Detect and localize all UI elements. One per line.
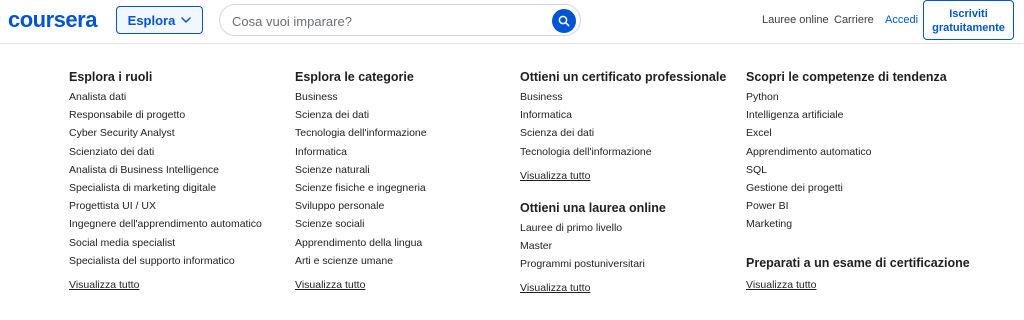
login-link[interactable]: Accedi xyxy=(885,14,918,26)
roles-view-all-link[interactable]: Visualizza tutto xyxy=(69,278,289,292)
list-item[interactable]: Power BI xyxy=(746,199,996,217)
categories-column: Esplora le categorie Business Scienza de… xyxy=(295,70,515,292)
list-item[interactable]: Analista dati xyxy=(69,90,289,108)
roles-list: Analista dati Responsabile di progetto C… xyxy=(69,90,289,272)
list-item[interactable]: Lauree di primo livello xyxy=(520,221,740,239)
list-item[interactable]: Master xyxy=(520,239,740,257)
list-item[interactable]: Tecnologia dell'informazione xyxy=(295,126,515,144)
careers-link[interactable]: Carriere xyxy=(834,14,874,26)
list-item[interactable]: Business xyxy=(520,90,740,108)
list-item[interactable]: Cyber Security Analyst xyxy=(69,126,289,144)
signup-label-line2: gratuitamente xyxy=(932,22,1005,34)
roles-column: Esplora i ruoli Analista dati Responsabi… xyxy=(69,70,289,292)
list-item[interactable]: Marketing xyxy=(746,217,996,235)
list-item[interactable]: Excel xyxy=(746,126,996,144)
skills-list: Python Intelligenza artificiale Excel Ap… xyxy=(746,90,996,236)
signup-label-line1: Iscriviti xyxy=(949,8,988,20)
coursera-logo[interactable]: coursera xyxy=(8,7,97,33)
list-item[interactable]: Progettista UI / UX xyxy=(69,199,289,217)
certificates-view-all-link[interactable]: Visualizza tutto xyxy=(520,169,740,183)
degrees-list: Lauree di primo livello Master Programmi… xyxy=(520,221,740,276)
list-item[interactable]: Analista di Business Intelligence xyxy=(69,163,289,181)
explore-dropdown-button[interactable]: Esplora xyxy=(116,6,203,34)
list-item[interactable]: Scienziato dei dati xyxy=(69,145,289,163)
degrees-section: Ottieni una laurea online Lauree di prim… xyxy=(520,201,740,296)
list-item[interactable]: Arti e scienze umane xyxy=(295,254,515,272)
list-item[interactable]: Responsabile di progetto xyxy=(69,108,289,126)
list-item[interactable]: Scienza dei dati xyxy=(295,108,515,126)
skills-column: Scopri le competenze di tendenza Python … xyxy=(746,70,996,292)
list-item[interactable]: Scienze fisiche e ingegneria xyxy=(295,181,515,199)
chevron-down-icon xyxy=(181,17,192,23)
degrees-view-all-link[interactable]: Visualizza tutto xyxy=(520,281,740,295)
certificates-column: Ottieni un certificato professionale Bus… xyxy=(520,70,740,295)
search-input[interactable] xyxy=(232,11,552,31)
list-item[interactable]: Programmi postuniversitari xyxy=(520,257,740,275)
list-item[interactable]: Intelligenza artificiale xyxy=(746,108,996,126)
certificates-list: Business Informatica Scienza dei dati Te… xyxy=(520,90,740,163)
degrees-title: Ottieni una laurea online xyxy=(520,200,666,215)
list-item[interactable]: SQL xyxy=(746,163,996,181)
list-item[interactable]: Scienze sociali xyxy=(295,217,515,235)
list-item[interactable]: Informatica xyxy=(520,108,740,126)
search-box xyxy=(219,4,581,36)
list-item[interactable]: Social media specialist xyxy=(69,236,289,254)
exam-section: Preparati a un esame di certificazione V… xyxy=(746,256,996,292)
certificates-title: Ottieni un certificato professionale xyxy=(520,70,727,84)
list-item[interactable]: Gestione dei progetti xyxy=(746,181,996,199)
search-icon xyxy=(558,15,570,27)
list-item[interactable]: Tecnologia dell'informazione xyxy=(520,145,740,163)
list-item[interactable]: Specialista di marketing digitale xyxy=(69,181,289,199)
list-item[interactable]: Scienze naturali xyxy=(295,163,515,181)
list-item[interactable]: Business xyxy=(295,90,515,108)
list-item[interactable]: Apprendimento della lingua xyxy=(295,236,515,254)
online-degrees-link[interactable]: Lauree online xyxy=(762,14,829,26)
search-button[interactable] xyxy=(552,9,576,33)
list-item[interactable]: Sviluppo personale xyxy=(295,199,515,217)
categories-title: Esplora le categorie xyxy=(295,70,414,84)
list-item[interactable]: Specialista del supporto informatico xyxy=(69,254,289,272)
list-item[interactable]: Scienza dei dati xyxy=(520,126,740,144)
explore-label: Esplora xyxy=(127,12,176,28)
signup-button[interactable]: Iscriviti gratuitamente xyxy=(923,0,1014,40)
list-item[interactable]: Python xyxy=(746,90,996,108)
categories-view-all-link[interactable]: Visualizza tutto xyxy=(295,278,515,292)
categories-list: Business Scienza dei dati Tecnologia del… xyxy=(295,90,515,272)
list-item[interactable]: Ingegnere dell'apprendimento automatico xyxy=(69,217,289,235)
exam-title[interactable]: Preparati a un esame di certificazione xyxy=(746,256,996,276)
skills-title: Scopri le competenze di tendenza xyxy=(746,70,947,84)
exam-view-all-link[interactable]: Visualizza tutto xyxy=(746,278,996,292)
top-navbar: coursera Esplora Lauree online Carriere … xyxy=(0,0,1024,44)
roles-title: Esplora i ruoli xyxy=(69,70,153,84)
list-item[interactable]: Informatica xyxy=(295,145,515,163)
list-item[interactable]: Apprendimento automatico xyxy=(746,145,996,163)
